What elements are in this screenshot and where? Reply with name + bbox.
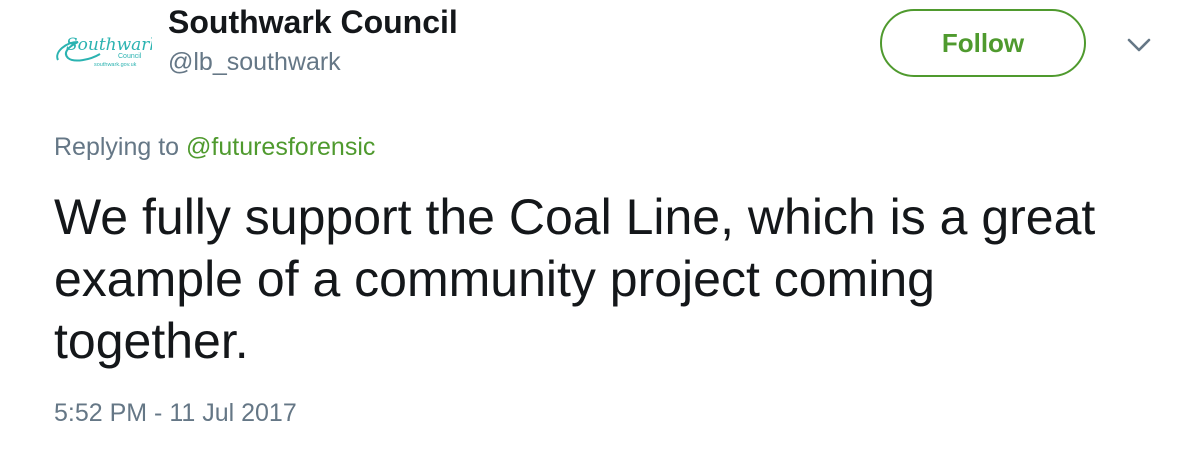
tweet-card: Southwark Council southwark.gov.uk South… — [0, 0, 1200, 454]
author-handle[interactable]: @lb_southwark — [168, 46, 341, 78]
chevron-down-icon — [1127, 38, 1151, 52]
southwark-logo: Southwark Council southwark.gov.uk — [56, 35, 160, 68]
reply-mention-link[interactable]: @futuresforensic — [186, 133, 375, 161]
reply-context-prefix: Replying to — [54, 133, 180, 161]
tweet-text: We fully support the Coal Line, which is… — [54, 189, 1096, 369]
more-options-button[interactable] — [1124, 30, 1154, 60]
logo-wordmark: Southwark — [66, 35, 152, 55]
logo-url: southwark.gov.uk — [94, 62, 137, 68]
reply-context: Replying to @futuresforensic — [54, 130, 375, 164]
author-name[interactable]: Southwark Council — [168, 2, 458, 42]
follow-button-label: Follow — [941, 27, 1025, 58]
tweet-timestamp[interactable]: 5:52 PM - 11 Jul 2017 — [54, 396, 297, 430]
logo-subtitle: Council — [118, 53, 142, 60]
follow-button[interactable]: Follow — [880, 9, 1086, 77]
avatar[interactable]: Southwark Council southwark.gov.uk — [52, 16, 160, 76]
